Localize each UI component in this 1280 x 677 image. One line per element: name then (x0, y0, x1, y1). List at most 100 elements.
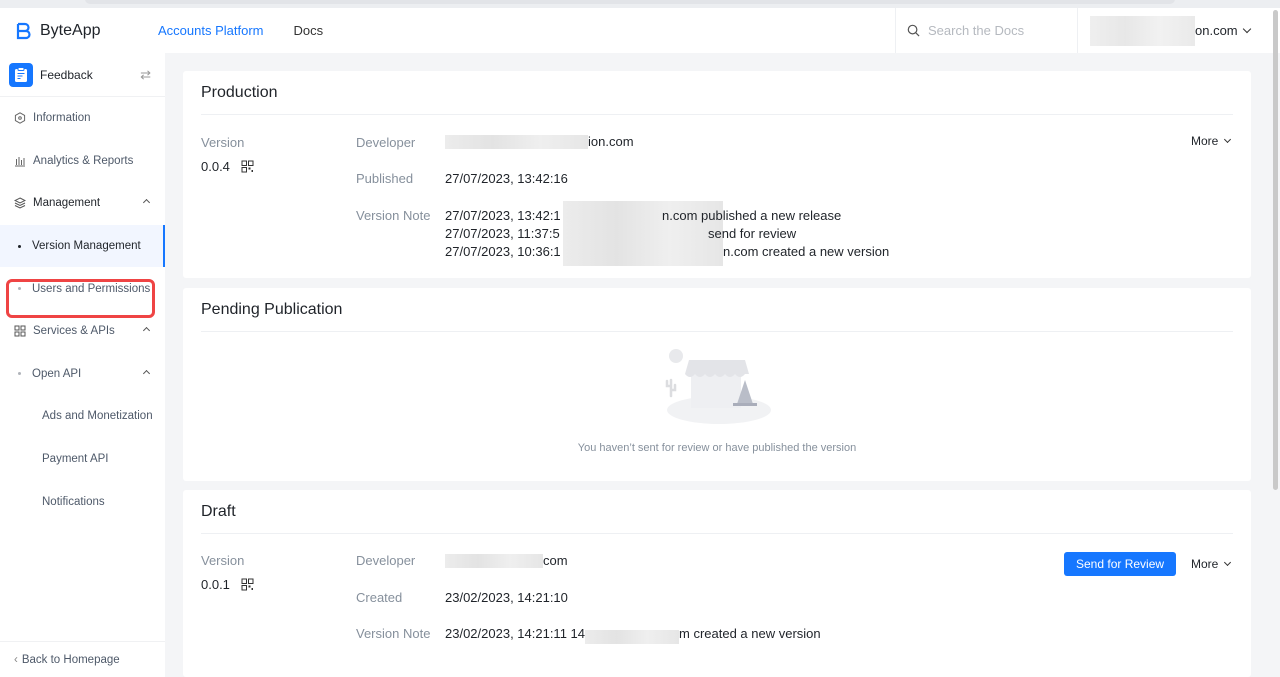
developer-label: Developer (356, 553, 416, 568)
sidebar-item-open-api[interactable]: Open API (0, 353, 165, 396)
switch-arrows-icon[interactable]: ⇄ (140, 67, 151, 83)
version-note-line: 27/07/2023, 10:36:1 (445, 244, 561, 259)
app-name: Feedback (40, 67, 93, 82)
version-number: 0.0.1 (201, 577, 230, 592)
grid-icon (14, 325, 26, 337)
top-header: ByteApp Accounts Platform Docs on.com (0, 8, 1280, 53)
divider (201, 114, 1233, 115)
app-switcher[interactable]: Feedback ⇄ (0, 53, 165, 97)
bullet-icon (18, 244, 21, 248)
brand-name: ByteApp (40, 21, 101, 39)
developer-value: ion.com (445, 134, 634, 149)
sidebar-item-ads-monetization[interactable]: Ads and Monetization (0, 395, 165, 438)
divider (201, 533, 1233, 534)
bullet-icon (18, 372, 21, 376)
chevron-left-icon: ‹ (14, 653, 18, 666)
feedback-app-icon (9, 62, 33, 87)
nav-accounts-platform[interactable]: Accounts Platform (158, 23, 264, 38)
chevron-up-icon (142, 326, 151, 335)
card-title: Draft (201, 503, 236, 520)
published-value: 27/07/2023, 13:42:16 (445, 171, 568, 186)
search-icon (907, 24, 920, 37)
page-scrollbar[interactable] (1273, 10, 1278, 490)
card-title: Production (201, 84, 278, 101)
note-text: m created a new version (679, 626, 821, 641)
nav-docs[interactable]: Docs (294, 23, 324, 38)
redacted-email (445, 554, 543, 568)
layers-icon (14, 197, 26, 210)
pending-publication-card: Pending Publication You haven’t sent for… (183, 288, 1251, 481)
sidebar-item-analytics[interactable]: Analytics & Reports (0, 140, 165, 183)
sidebar-item-label: Notifications (42, 495, 105, 508)
account-menu[interactable]: on.com (1090, 8, 1251, 53)
more-dropdown[interactable]: More (1191, 134, 1232, 148)
version-note-text: n.com created a new version (723, 244, 890, 259)
note-time: 27/07/2023, 10:36:1 (445, 244, 561, 259)
version-note-line: 23/02/2023, 14:21:11 14 m created a new v… (445, 626, 821, 644)
sidebar-item-payment-api[interactable]: Payment API (0, 438, 165, 481)
sidebar-item-label: Information (33, 112, 91, 125)
empty-state-illustration-icon (665, 349, 771, 424)
version-label: Version (201, 135, 245, 150)
production-card: Production Version 0.0.4 Developer ion.c… (183, 71, 1251, 278)
search-box[interactable] (895, 8, 1078, 53)
note-time: 27/07/2023, 11:37:5 (445, 226, 560, 241)
version-value: 0.0.4 (201, 159, 254, 174)
send-for-review-button[interactable]: Send for Review (1064, 552, 1177, 576)
developer-label: Developer (356, 135, 416, 150)
back-to-homepage-link[interactable]: ‹ Back to Homepage (0, 641, 165, 677)
published-label: Published (356, 171, 414, 186)
sidebar-item-information[interactable]: Information (0, 97, 165, 140)
sidebar-item-label: Analytics & Reports (33, 154, 134, 167)
developer-value: com (445, 553, 568, 568)
created-label: Created (356, 590, 403, 605)
empty-state-text: You haven’t sent for review or have publ… (577, 442, 857, 454)
redacted-email (585, 630, 679, 644)
note-time: 27/07/2023, 13:42:1 (445, 208, 561, 223)
sidebar-item-label: Payment API (42, 453, 109, 466)
version-label: Version (201, 553, 245, 568)
annotation-highlight-box (6, 279, 155, 318)
version-note-text: send for review (708, 226, 797, 241)
sidebar-item-label: Version Management (32, 240, 141, 253)
account-email: on.com (1195, 23, 1238, 38)
sidebar-item-notifications[interactable]: Notifications (0, 480, 165, 523)
sidebar-item-label: Open API (32, 367, 82, 380)
sidebar-item-label: Management (33, 197, 101, 210)
divider (201, 331, 1233, 332)
more-label: More (1191, 134, 1219, 148)
version-note-label: Version Note (356, 208, 431, 223)
byteapp-logo-icon (16, 22, 31, 39)
version-note-line: 27/07/2023, 13:42:1 (445, 208, 561, 223)
version-note-line: 27/07/2023, 11:37:5 (445, 226, 560, 241)
chevron-up-icon (142, 369, 151, 377)
brand-logo[interactable]: ByteApp (16, 22, 146, 40)
browser-chrome (0, 0, 1280, 8)
version-note-text: n.com published a new release (662, 208, 842, 223)
note-time: 23/02/2023, 14:21:11 14 (445, 626, 585, 641)
redacted-email (445, 135, 588, 149)
info-hexagon-icon (14, 112, 26, 125)
more-label: More (1191, 557, 1219, 571)
bar-chart-icon (14, 155, 26, 167)
sidebar-item-label: Ads and Monetization (42, 410, 153, 423)
more-dropdown[interactable]: More (1191, 557, 1232, 571)
chevron-down-icon (1224, 558, 1232, 567)
version-value: 0.0.1 (201, 577, 254, 592)
card-title: Pending Publication (201, 301, 343, 318)
developer-email: ion.com (588, 134, 634, 149)
sidebar: Feedback ⇄ Information Analytics & Repor… (0, 53, 165, 677)
created-value: 23/02/2023, 14:21:10 (445, 590, 568, 605)
qr-code-icon[interactable] (241, 160, 254, 173)
redacted-email (1090, 15, 1195, 46)
sidebar-item-version-management[interactable]: Version Management (0, 224, 165, 268)
qr-code-icon[interactable] (241, 578, 254, 591)
chevron-up-icon (142, 199, 151, 207)
version-number: 0.0.4 (201, 159, 230, 174)
search-input[interactable] (928, 23, 1068, 38)
sidebar-item-management[interactable]: Management (0, 182, 165, 225)
back-label: Back to Homepage (21, 653, 120, 666)
draft-card: Draft Version 0.0.1 Developer com Create… (183, 490, 1251, 677)
sidebar-item-label: Services & APIs (33, 325, 115, 338)
chevron-down-icon (1224, 135, 1232, 144)
